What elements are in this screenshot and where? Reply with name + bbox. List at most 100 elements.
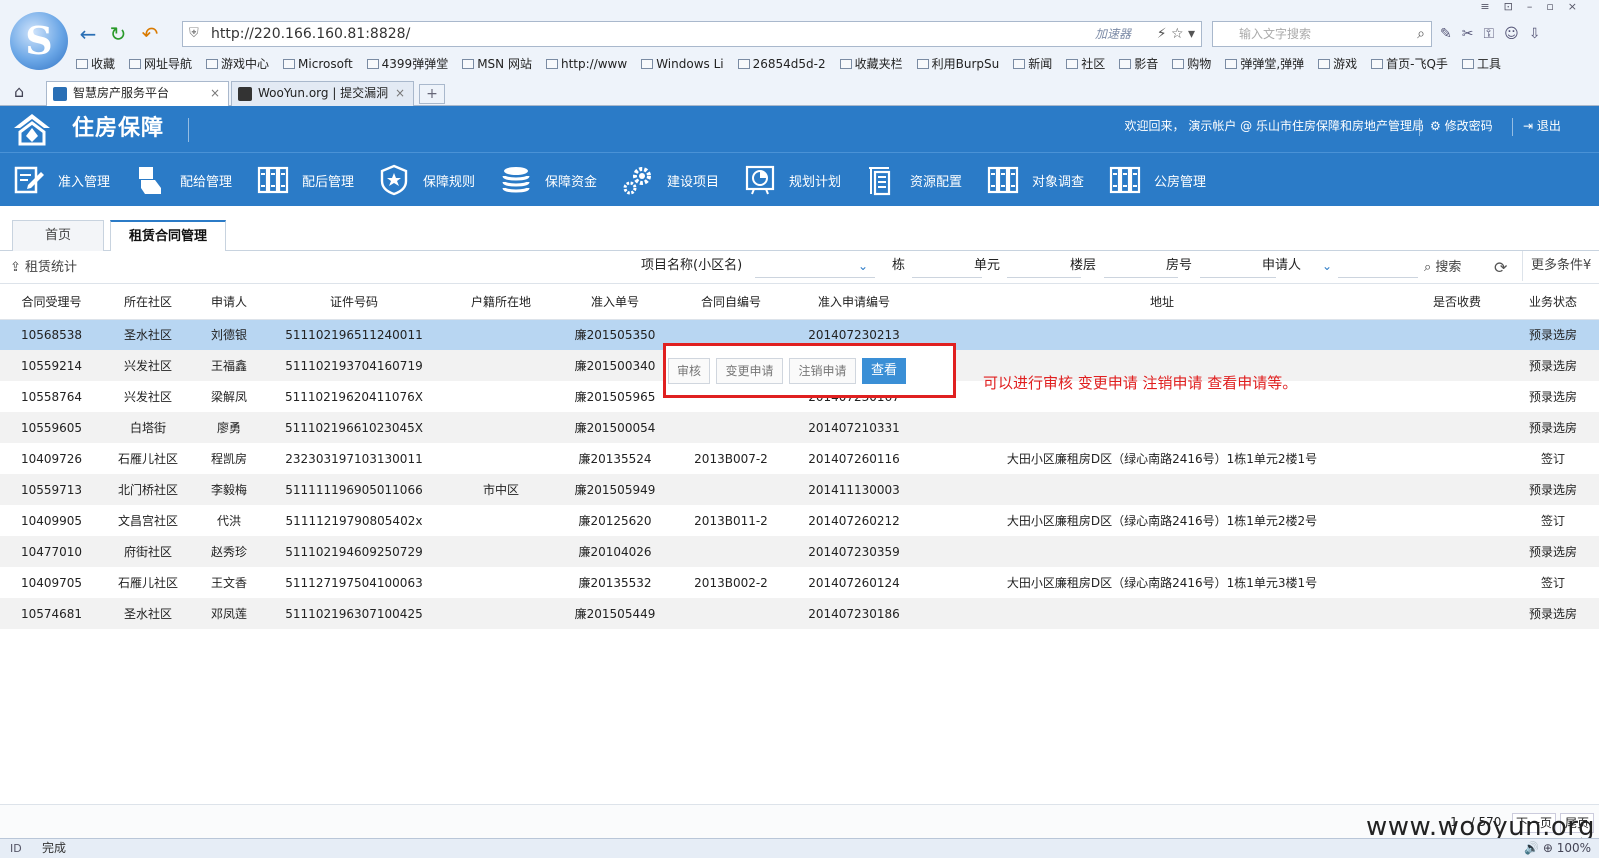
project-name-select[interactable] bbox=[755, 258, 875, 278]
table-cell bbox=[1407, 567, 1507, 598]
column-header[interactable]: 申请人 bbox=[193, 284, 265, 320]
nav-item-6[interactable]: 建设项目 bbox=[621, 153, 719, 207]
table-cell: 代洪 bbox=[216, 514, 241, 528]
table-row[interactable]: 10559713 北门桥社区 李毅梅 511111196905011066 市中区 廉20… bbox=[0, 474, 1599, 505]
refresh-icon[interactable]: ↻ bbox=[106, 22, 130, 46]
applicant-input[interactable] bbox=[1338, 258, 1418, 278]
hand-icon bbox=[134, 163, 168, 197]
home-icon[interactable]: ⌂ bbox=[14, 82, 24, 101]
zoom-level[interactable]: 🔊 ⊕ 100% bbox=[1524, 839, 1591, 858]
bookmark-item[interactable]: 首页-飞Q手 bbox=[1371, 53, 1462, 75]
refresh-icon[interactable]: ⟳ bbox=[1494, 251, 1507, 284]
change-password-button[interactable]: ⚙ 修改密码 bbox=[1430, 106, 1493, 146]
column-header[interactable]: 所在社区 bbox=[103, 284, 193, 320]
nav-item-1[interactable]: 准入管理 bbox=[12, 153, 110, 207]
nav-item-7[interactable]: 规划计划 bbox=[743, 153, 841, 207]
change-request-button[interactable]: 变更申请 bbox=[716, 358, 783, 384]
bookmark-item[interactable]: 新闻 bbox=[1013, 53, 1066, 75]
star-icon[interactable]: ⚡ ☆ ▾ bbox=[1157, 22, 1195, 46]
bookmark-item[interactable]: Microsoft bbox=[283, 53, 367, 75]
window-controls[interactable]: ≡⊡–▫× bbox=[1480, 0, 1591, 16]
bookmark-item[interactable]: 4399弹弹堂 bbox=[366, 53, 463, 75]
table-cell: 预录选房 bbox=[1507, 412, 1599, 443]
table-cell: 廉201505949 bbox=[559, 474, 671, 505]
undo-icon[interactable]: ↶ bbox=[138, 22, 162, 46]
nav-item-2[interactable]: 配给管理 bbox=[134, 153, 232, 207]
gears-icon bbox=[621, 163, 655, 197]
more-conditions-button[interactable]: 更多条件¥ bbox=[1522, 251, 1591, 281]
back-icon[interactable]: ← bbox=[76, 22, 100, 46]
tab-lease-contract[interactable]: 租赁合同管理 bbox=[110, 220, 226, 252]
table-cell: 预录选房 bbox=[1507, 474, 1599, 505]
folder-icon bbox=[206, 59, 219, 69]
bookmark-item[interactable]: 利用BurpSu bbox=[916, 53, 1014, 75]
bookmark-item[interactable]: 影音 bbox=[1119, 53, 1172, 75]
new-tab-button[interactable]: + bbox=[419, 84, 445, 104]
toolbar-icons[interactable]: ✎✂⚿☺⇩ bbox=[1440, 21, 1550, 47]
column-header[interactable]: 准入单号 bbox=[559, 284, 671, 320]
nav-item-8[interactable]: 资源配置 bbox=[864, 153, 962, 207]
nav-item-10[interactable]: 公房管理 bbox=[1108, 153, 1206, 207]
folder-icon bbox=[283, 59, 296, 69]
bookmark-item[interactable]: 26854d5d-2 bbox=[737, 53, 840, 75]
nav-item-5[interactable]: 保障资金 bbox=[499, 153, 597, 207]
column-header[interactable]: 合同受理号 bbox=[0, 284, 103, 320]
audit-button[interactable]: 审核 bbox=[668, 358, 710, 384]
table-cell bbox=[443, 536, 559, 567]
table-cell: 232303197103130011 bbox=[285, 451, 423, 466]
table-row[interactable]: 10477010 府街社区 赵秀珍 511102194609250729 廉201040… bbox=[0, 536, 1599, 567]
chevron-down-icon[interactable]: ⌄ bbox=[858, 251, 868, 281]
search-button[interactable]: ⌕ 搜索 bbox=[1424, 251, 1461, 284]
column-header[interactable]: 户籍所在地 bbox=[443, 284, 559, 320]
nav-item-3[interactable]: 配后管理 bbox=[256, 153, 354, 207]
search-icon[interactable]: ⌕ bbox=[1417, 22, 1425, 46]
lease-stats-button[interactable]: ⇪ 租赁统计 bbox=[10, 251, 77, 284]
table-row[interactable]: 10409905 文昌宫社区 代洪 51111219790805402x 廉201256… bbox=[0, 505, 1599, 536]
bookmark-item[interactable]: 弹弹堂,弹弹 bbox=[1225, 53, 1318, 75]
table-cell: 兴发社区 bbox=[123, 390, 172, 404]
chevron-down-icon[interactable]: ⌄ bbox=[1322, 251, 1332, 281]
bookmark-item[interactable]: 社区 bbox=[1066, 53, 1119, 75]
search-box[interactable]: 输入文字搜索 ⌕ bbox=[1212, 21, 1432, 47]
column-header[interactable]: 证件号码 bbox=[265, 284, 443, 320]
bookmark-item[interactable]: 游戏中心 bbox=[206, 53, 283, 75]
bookmark-item[interactable]: MSN 网站 bbox=[462, 53, 546, 75]
table-row[interactable]: 10574681 圣水社区 邓凤莲 511102196307100425 廉201505… bbox=[0, 598, 1599, 629]
bookmark-item[interactable]: 收藏 bbox=[76, 53, 129, 75]
table-cell: 府街社区 bbox=[103, 536, 193, 567]
bookmark-item[interactable]: 网址导航 bbox=[129, 53, 206, 75]
tab-home[interactable]: 首页 bbox=[12, 220, 104, 251]
bookmark-item[interactable]: 游戏 bbox=[1318, 53, 1371, 75]
bookmark-item[interactable]: http://www bbox=[545, 53, 641, 75]
accelerator-label[interactable]: 加速器 bbox=[1095, 22, 1131, 46]
address-url[interactable]: http://220.166.160.81:8828/ bbox=[211, 22, 410, 46]
logout-button[interactable]: ⇥ 退出 bbox=[1523, 106, 1561, 146]
close-tab-icon[interactable]: × bbox=[395, 82, 405, 105]
column-header[interactable]: 业务状态 bbox=[1507, 284, 1599, 320]
table-cell: 廉20135524 bbox=[578, 452, 652, 466]
nav-item-4[interactable]: 保障规则 bbox=[377, 153, 475, 207]
column-header[interactable]: 合同自编号 bbox=[671, 284, 791, 320]
search-placeholder[interactable]: 输入文字搜索 bbox=[1239, 22, 1311, 46]
bookmark-item[interactable]: 工具 bbox=[1461, 53, 1515, 75]
view-button[interactable]: 查看 bbox=[862, 358, 906, 384]
column-header[interactable]: 地址 bbox=[917, 284, 1407, 320]
bookmark-item[interactable]: 收藏夹栏 bbox=[839, 53, 917, 75]
bookmark-item[interactable]: 购物 bbox=[1172, 53, 1225, 75]
close-tab-icon[interactable]: × bbox=[210, 82, 220, 105]
table-cell bbox=[917, 598, 1407, 629]
building-input[interactable] bbox=[912, 258, 982, 278]
table-row[interactable]: 10559605 白塔街 廖勇 51110219661023045X 廉20150005… bbox=[0, 412, 1599, 443]
column-header[interactable]: 是否收费 bbox=[1407, 284, 1507, 320]
bookmark-item[interactable]: Windows Li bbox=[641, 53, 737, 75]
table-cell bbox=[917, 474, 1407, 505]
browser-tab-active[interactable]: 智慧房产服务平台 × bbox=[46, 81, 229, 106]
address-bar[interactable]: ⛨ http://220.166.160.81:8828/ 加速器 ⚡ ☆ ▾ bbox=[182, 21, 1202, 47]
table-row[interactable]: 10409705 石雁儿社区 王文香 511127197504100063 廉20135… bbox=[0, 567, 1599, 598]
browser-tab[interactable]: WooYun.org | 提交漏洞 × bbox=[231, 81, 414, 106]
table-cell: 王文香 bbox=[210, 576, 247, 590]
cancel-request-button[interactable]: 注销申请 bbox=[789, 358, 856, 384]
nav-item-9[interactable]: 对象调查 bbox=[986, 153, 1084, 207]
column-header[interactable]: 准入申请编号 bbox=[791, 284, 917, 320]
table-row[interactable]: 10409726 石雁儿社区 程凯房 232303197103130011 廉20135… bbox=[0, 443, 1599, 474]
